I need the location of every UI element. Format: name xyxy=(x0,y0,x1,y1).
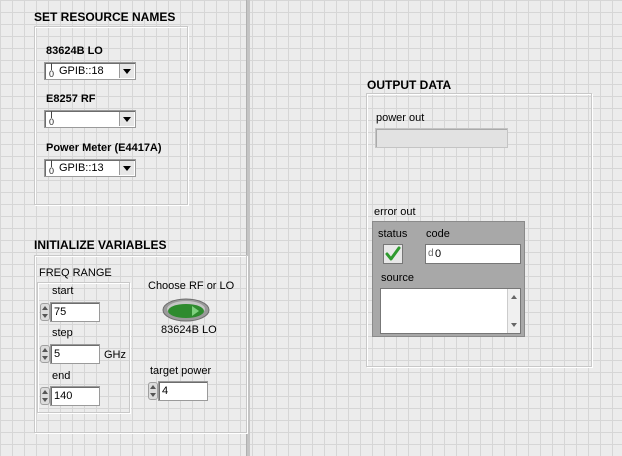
code-label: code xyxy=(426,228,450,240)
io-icon: I0 xyxy=(48,62,54,79)
lo-resource-selector[interactable]: I0 GPIB::18 xyxy=(44,62,136,80)
step-unit-label: GHz xyxy=(104,349,126,361)
step-input[interactable]: 5 xyxy=(50,344,100,364)
end-label: end xyxy=(52,370,71,382)
status-indicator xyxy=(383,244,403,264)
start-input[interactable]: 75 xyxy=(50,302,100,322)
step-label: step xyxy=(52,327,73,339)
freq-range-label: FREQ RANGE xyxy=(39,267,112,279)
choose-rf-or-lo-state: 83624B LO xyxy=(161,324,217,336)
set-resource-names-heading: SET RESOURCE NAMES xyxy=(34,10,176,24)
error-out-label: error out xyxy=(374,206,416,218)
power-meter-resource-selector[interactable]: I0 GPIB::13 xyxy=(44,159,136,177)
source-indicator xyxy=(380,288,521,334)
source-label: source xyxy=(381,272,415,284)
increment-decrement-icon[interactable] xyxy=(40,303,50,321)
code-indicator: d 0 xyxy=(425,244,521,264)
source-scrollbar[interactable] xyxy=(507,289,520,333)
io-icon: I0 xyxy=(48,110,54,127)
chevron-down-icon[interactable] xyxy=(119,161,134,175)
rf-resource-selector[interactable]: I0 xyxy=(44,110,136,128)
io-icon: I0 xyxy=(48,159,54,176)
initialize-variables-heading: INITIALIZE VARIABLES xyxy=(34,238,167,252)
checkmark-icon xyxy=(385,246,401,261)
start-label: start xyxy=(52,285,74,297)
increment-decrement-icon[interactable] xyxy=(40,345,50,363)
rf-lo-toggle-switch[interactable] xyxy=(162,298,210,322)
output-data-heading: OUTPUT DATA xyxy=(367,78,452,92)
target-power-input[interactable]: 4 xyxy=(158,381,208,401)
toggle-button-icon xyxy=(162,298,210,322)
choose-rf-or-lo-label: Choose RF or LO xyxy=(148,280,235,292)
power-out-label: power out xyxy=(376,112,425,124)
rf-resource-label: E8257 RF xyxy=(46,93,96,105)
code-value: 0 xyxy=(435,248,442,260)
power-out-indicator xyxy=(375,128,508,148)
increment-decrement-icon[interactable] xyxy=(40,387,50,405)
chevron-down-icon[interactable] xyxy=(119,112,134,126)
increment-decrement-icon[interactable] xyxy=(148,382,158,400)
lo-resource-label: 83624B LO xyxy=(46,45,103,57)
lo-resource-value: GPIB::18 xyxy=(59,65,104,77)
chevron-down-icon[interactable] xyxy=(119,64,134,78)
status-label: status xyxy=(378,228,408,240)
power-meter-resource-value: GPIB::13 xyxy=(59,162,104,174)
power-meter-resource-label: Power Meter (E4417A) xyxy=(46,142,162,154)
scroll-up-icon[interactable] xyxy=(511,295,517,299)
end-input[interactable]: 140 xyxy=(50,386,100,406)
scroll-down-icon[interactable] xyxy=(511,323,517,327)
target-power-label: target power xyxy=(150,365,212,377)
code-radix: d xyxy=(428,248,434,259)
